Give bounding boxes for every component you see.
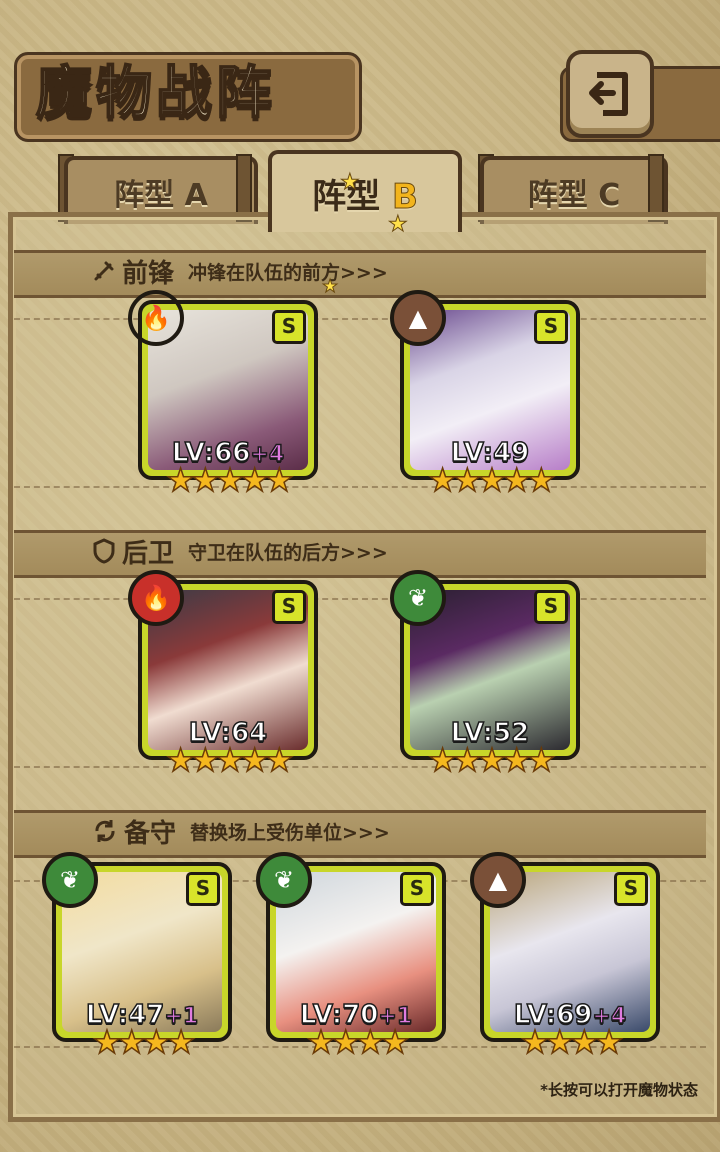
- back-button[interactable]: [566, 50, 654, 138]
- star-rating: ★★★★★: [428, 461, 557, 499]
- page-title: 魔物战阵: [35, 60, 276, 127]
- section-header-back: 后卫 守卫在队伍的后方>>>: [92, 530, 388, 572]
- rank-badge: S: [614, 872, 648, 906]
- long-press-hint: *长按可以打开魔物状态: [540, 1081, 698, 1099]
- monster-card[interactable]: S LV:64 🔥 ★★★★★: [128, 570, 318, 777]
- sparkle-star-icon: ★: [321, 276, 339, 298]
- rank-badge: S: [534, 590, 568, 624]
- tab-a-prefix: 阵型: [114, 178, 175, 213]
- star-rating: ★★★★: [306, 1023, 410, 1061]
- section-description: 守卫在队伍的后方>>>: [188, 541, 388, 564]
- monster-card[interactable]: S LV:47+1 ❦ ★★★★: [42, 852, 232, 1059]
- leaf-element-icon: ❦: [256, 852, 312, 908]
- star-rating: ★★★★: [520, 1023, 624, 1061]
- section-name: 前锋: [122, 258, 175, 289]
- star-rating: ★★★★★: [166, 461, 295, 499]
- monster-card[interactable]: S LV:70+1 ❦ ★★★★: [256, 852, 446, 1059]
- swap-icon: [95, 820, 115, 842]
- monster-card[interactable]: S LV:69+4 ▲ ★★★★: [470, 852, 660, 1059]
- section-header-reserve: 备守 替换场上受伤单位>>>: [92, 810, 390, 852]
- sparkle-star-icon: ★: [388, 212, 409, 238]
- star-rating: ★★★★★: [166, 741, 295, 779]
- leaf-element-icon: ❦: [390, 570, 446, 626]
- leaf-element-icon: ❦: [42, 852, 98, 908]
- tab-a-suffix: A: [184, 178, 208, 213]
- divider: [14, 318, 706, 320]
- fire-element-icon: 🔥: [128, 570, 184, 626]
- earth-element-icon: ▲: [470, 852, 526, 908]
- tab-b-suffix: B: [391, 176, 418, 217]
- rank-badge: S: [272, 310, 306, 344]
- section-name: 后卫: [122, 538, 175, 569]
- star-rating: ★★★★: [92, 1023, 196, 1061]
- rank-badge: S: [400, 872, 434, 906]
- monster-card[interactable]: S LV:52 ❦ ★★★★★: [390, 570, 580, 777]
- back-arrow-icon: [589, 72, 628, 116]
- section-description: 替换场上受伤单位>>>: [190, 821, 390, 844]
- star-rating: ★★★★★: [428, 741, 557, 779]
- section-header-front: 前锋 冲锋在队伍的前方>>>: [92, 250, 388, 292]
- sword-icon: [94, 261, 114, 281]
- tab-formation-b[interactable]: 阵型 B: [268, 150, 462, 232]
- section-description: 冲锋在队伍的前方>>>: [188, 261, 388, 284]
- monster-card[interactable]: S LV:66+4 🔥 ★★★★★: [128, 290, 318, 497]
- divider: [14, 598, 706, 600]
- earth-element-icon: ▲: [390, 290, 446, 346]
- rank-badge: S: [272, 590, 306, 624]
- divider: [14, 766, 706, 768]
- shield-icon: [93, 538, 115, 564]
- tab-c-prefix: 阵型: [527, 178, 588, 213]
- tab-c-suffix: C: [598, 178, 621, 213]
- rank-badge: S: [534, 310, 568, 344]
- divider: [14, 486, 706, 488]
- section-name: 备守: [124, 818, 177, 849]
- fire-element-icon: 🔥: [128, 290, 184, 346]
- sparkle-star-icon: ★: [340, 170, 361, 196]
- rank-badge: S: [186, 872, 220, 906]
- monster-card[interactable]: S LV:49 ▲ ★★★★★: [390, 290, 580, 497]
